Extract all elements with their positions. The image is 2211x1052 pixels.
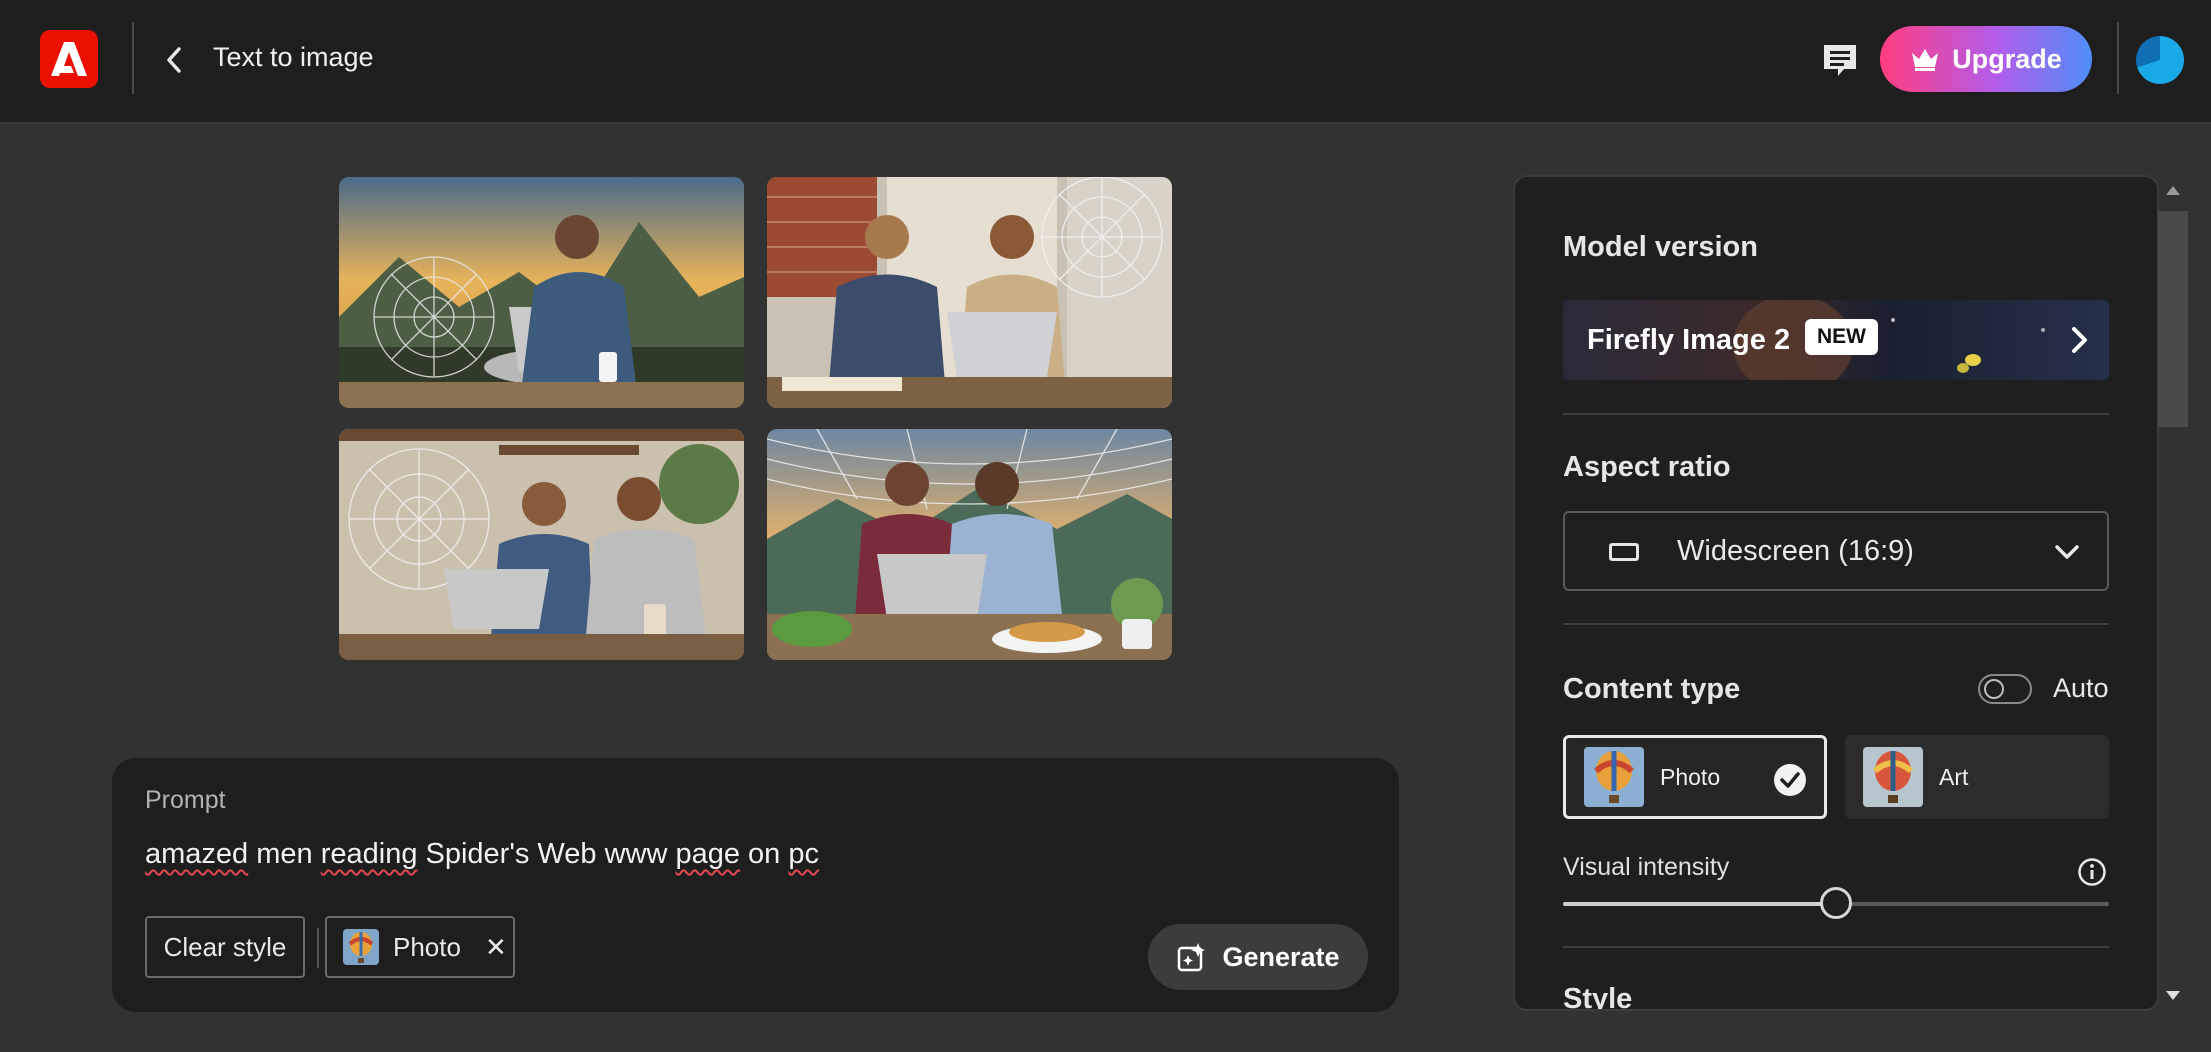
checkmark-icon xyxy=(1774,764,1806,796)
scroll-down-icon[interactable] xyxy=(2164,989,2182,1003)
visual-intensity-handle[interactable] xyxy=(1820,887,1852,919)
art-balloon-icon xyxy=(1863,747,1923,807)
aspect-ratio-dropdown[interactable]: Widescreen (16:9) xyxy=(1563,511,2109,591)
prompt-word: men xyxy=(248,838,321,870)
generate-sparkle-icon xyxy=(1178,943,1206,972)
model-name: Firefly Image 2 xyxy=(1587,324,1791,356)
remove-chip-icon[interactable]: ✕ xyxy=(485,932,507,963)
new-badge: NEW xyxy=(1805,319,1878,355)
photo-balloon-icon xyxy=(1584,747,1644,807)
content-type-photo[interactable]: Photo xyxy=(1563,735,1827,819)
model-version-heading: Model version xyxy=(1563,231,1758,263)
info-icon[interactable] xyxy=(2077,857,2107,887)
balloon-thumbnail-icon xyxy=(343,929,379,965)
model-version-card[interactable]: Firefly Image 2 NEW xyxy=(1563,300,2109,380)
chip-divider xyxy=(317,928,319,968)
section-divider xyxy=(1563,946,2109,948)
style-chip-label: Photo xyxy=(393,931,461,962)
settings-panel: Model version Firefly Image 2 NEW Aspect… xyxy=(1513,175,2159,1011)
generated-image-1-art xyxy=(339,177,744,408)
auto-toggle[interactable] xyxy=(1978,674,2032,704)
section-divider xyxy=(1563,413,2109,415)
content-type-photo-label: Photo xyxy=(1660,763,1721,790)
prompt-panel: Prompt amazed men reading Spider's Web w… xyxy=(112,758,1399,1012)
toggle-knob xyxy=(1984,679,2004,699)
upgrade-button[interactable]: Upgrade xyxy=(1880,26,2092,92)
generate-label: Generate xyxy=(1222,941,1340,972)
adobe-a-icon xyxy=(51,42,87,76)
generate-button[interactable]: Generate xyxy=(1148,924,1368,990)
header-divider-right xyxy=(2117,22,2119,94)
prompt-word-misspelled: page xyxy=(675,838,740,870)
visual-intensity-label: Visual intensity xyxy=(1563,853,1730,881)
feedback-chat-icon[interactable] xyxy=(1820,40,1860,80)
generated-image-4[interactable] xyxy=(767,429,1172,660)
scrollbar-thumb[interactable] xyxy=(2158,211,2188,427)
adobe-logo[interactable] xyxy=(40,30,98,88)
generated-image-4-art xyxy=(767,429,1172,660)
page-title: Text to image xyxy=(213,42,374,72)
generated-image-3[interactable] xyxy=(339,429,744,660)
clear-style-button[interactable]: Clear style xyxy=(145,916,305,978)
prompt-word-misspelled: reading xyxy=(320,838,418,870)
generated-image-1[interactable] xyxy=(339,177,744,408)
visual-intensity-fill xyxy=(1563,902,1836,906)
content-type-art-label: Art xyxy=(1939,763,1969,790)
prompt-word-misspelled: amazed xyxy=(145,838,249,870)
widescreen-icon xyxy=(1609,543,1639,561)
generated-image-2[interactable] xyxy=(767,177,1172,408)
generated-image-2-art xyxy=(767,177,1172,408)
aspect-ratio-heading: Aspect ratio xyxy=(1563,451,1731,483)
content-type-art[interactable]: Art xyxy=(1845,735,2109,819)
app-header: Text to image Upgrade xyxy=(0,0,2211,124)
aspect-ratio-value: Widescreen (16:9) xyxy=(1677,535,1914,567)
prompt-label: Prompt xyxy=(145,786,226,814)
chevron-right-icon xyxy=(2072,327,2087,353)
back-button[interactable] xyxy=(158,40,190,80)
prompt-word: on xyxy=(740,838,789,870)
panel-scrollbar[interactable] xyxy=(2158,177,2188,1009)
generated-image-3-art xyxy=(339,429,744,660)
content-type-heading: Content type xyxy=(1563,673,1741,705)
chevron-left-icon xyxy=(167,47,181,73)
auto-toggle-label: Auto xyxy=(2053,673,2109,703)
header-divider xyxy=(132,22,134,94)
upgrade-label: Upgrade xyxy=(1952,43,2062,74)
style-heading: Style xyxy=(1563,983,1633,1011)
user-avatar[interactable] xyxy=(2136,36,2184,84)
prompt-word: Spider's Web www xyxy=(417,838,676,870)
prompt-word-misspelled: pc xyxy=(788,838,820,870)
chevron-down-icon xyxy=(2055,545,2079,559)
section-divider xyxy=(1563,623,2109,625)
prompt-input[interactable]: amazed men reading Spider's Web www page… xyxy=(145,838,819,871)
style-chip-photo[interactable]: Photo ✕ xyxy=(325,916,515,978)
crown-icon xyxy=(1912,49,1939,71)
scroll-up-icon[interactable] xyxy=(2164,183,2182,197)
